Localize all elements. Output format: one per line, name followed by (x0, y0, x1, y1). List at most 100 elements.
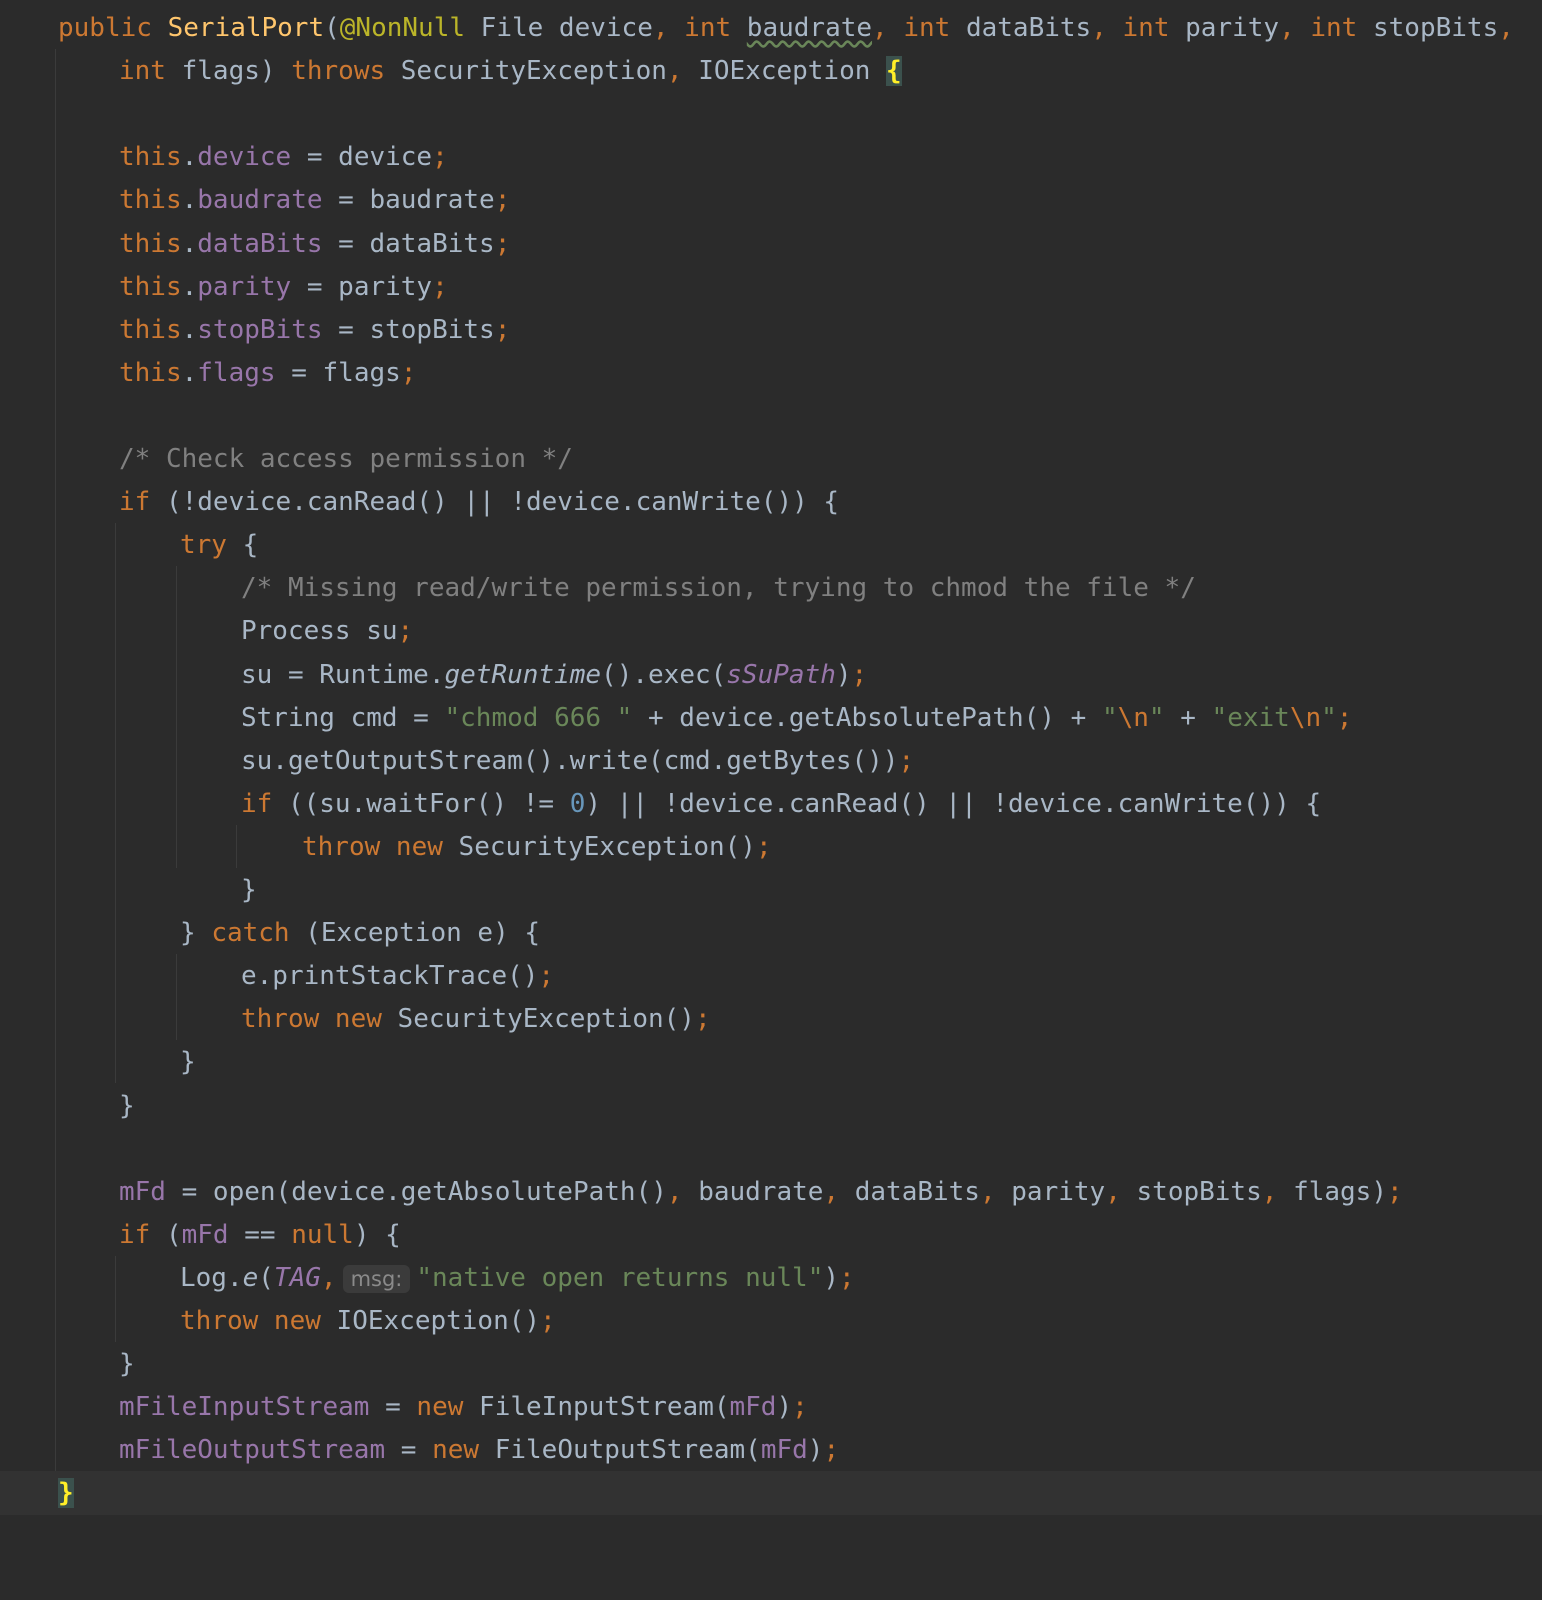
code-token: int (119, 56, 182, 87)
code-token: flags) (181, 56, 292, 87)
code-token: int (1122, 13, 1186, 43)
code-token: = open(device.getAbsolutePath() (165, 1176, 667, 1207)
code-line[interactable]: throw new SecurityException(); (0, 825, 1542, 869)
code-token: throw new (180, 1306, 337, 1336)
code-token: ; (792, 1392, 808, 1423)
code-token: , (666, 1176, 699, 1207)
code-token: if (241, 788, 288, 819)
code-token: . (181, 271, 198, 302)
code-token: stopBits (1136, 1176, 1262, 1207)
code-token: , (1279, 13, 1311, 43)
code-token: baudrate (197, 185, 323, 216)
code-token: /* Missing read/write permission, trying… (241, 573, 1196, 604)
code-token: e.printStackTrace() (241, 961, 539, 992)
code-token: ( (165, 1219, 182, 1250)
code-line[interactable]: su = Runtime.getRuntime().exec(sSuPath); (0, 653, 1542, 697)
code-line-text: mFd = open(device.getAbsolutePath(), bau… (119, 1170, 1403, 1214)
code-line[interactable]: this.parity = parity; (0, 265, 1542, 309)
code-token: su.getOutputStream().write(cmd.getBytes(… (241, 745, 899, 776)
code-token: ) (807, 1435, 824, 1466)
code-token: stopBits (197, 314, 323, 345)
code-token: /* Check access permission */ (119, 444, 573, 474)
code-token: ((su.waitFor() != (287, 788, 570, 819)
code-line[interactable]: this.dataBits = dataBits; (0, 222, 1542, 266)
code-line[interactable]: } (0, 1471, 1542, 1516)
code-line-text: } (241, 868, 257, 912)
code-line[interactable]: Process su; (0, 609, 1542, 653)
code-token: mFd (181, 1219, 229, 1250)
code-token: String cmd = (241, 702, 445, 733)
code-line[interactable]: this.device = device; (0, 135, 1542, 179)
code-token: this (119, 314, 182, 345)
code-line[interactable]: } (0, 1040, 1542, 1084)
code-line[interactable]: } (0, 1342, 1542, 1386)
code-line-text: e.printStackTrace(); (241, 954, 554, 998)
code-token: null (291, 1219, 354, 1250)
code-line[interactable]: mFileInputStream = new FileInputStream(m… (0, 1385, 1542, 1429)
parameter-hint: msg: (342, 1264, 411, 1293)
code-token: ; (1336, 702, 1353, 733)
code-token: (Exception e) { (305, 918, 541, 949)
code-line[interactable]: mFd = open(device.getAbsolutePath(), bau… (0, 1170, 1542, 1214)
code-token: ; (494, 228, 511, 259)
code-line-text: this.device = device; (119, 135, 448, 179)
code-token: SecurityException() (458, 831, 756, 862)
code-line[interactable]: if (!device.canRead() || !device.canWrit… (0, 480, 1542, 524)
code-line[interactable]: this.flags = flags; (0, 351, 1542, 395)
code-line[interactable]: e.printStackTrace(); (0, 954, 1542, 998)
code-token: mFileInputStream (119, 1392, 370, 1423)
code-line[interactable]: this.stopBits = stopBits; (0, 308, 1542, 352)
code-line[interactable] (0, 92, 1542, 136)
code-line[interactable]: Log.e(TAG, msg: "native open returns null"… (0, 1256, 1542, 1300)
code-line[interactable]: /* Missing read/write permission, trying… (0, 566, 1542, 610)
code-token: "exit (1211, 702, 1290, 733)
code-line-text: mFileInputStream = new FileInputStream(m… (119, 1385, 808, 1429)
code-line[interactable]: int flags) throws SecurityException, IOE… (0, 49, 1542, 93)
code-token: this (119, 228, 182, 259)
code-token: ; (494, 314, 511, 345)
code-line[interactable]: if (mFd == null) { (0, 1213, 1542, 1257)
code-token: ; (1386, 1176, 1403, 1207)
code-token: dataBits (854, 1176, 980, 1207)
code-token: = parity (291, 271, 433, 302)
code-editor[interactable]: public SerialPort(@NonNull File device, … (0, 0, 1542, 1600)
code-line[interactable]: this.baudrate = baudrate; (0, 178, 1542, 222)
code-token: throws (291, 56, 401, 87)
code-token: , (823, 1176, 855, 1207)
code-token: flags (197, 357, 276, 388)
code-line-text: Log.e(TAG, msg: "native open returns null"… (180, 1256, 855, 1301)
code-line[interactable]: if ((su.waitFor() != 0) || !device.canRe… (0, 782, 1542, 826)
code-line-text: } catch (Exception e) { (180, 911, 540, 955)
code-line-text: Process su; (241, 609, 413, 653)
code-line[interactable]: String cmd = "chmod 666 " + device.getAb… (0, 696, 1542, 740)
code-line[interactable]: su.getOutputStream().write(cmd.getBytes(… (0, 739, 1542, 783)
code-line[interactable]: throw new SecurityException(); (0, 997, 1542, 1041)
code-line[interactable]: } catch (Exception e) { (0, 911, 1542, 955)
code-token: throw new (241, 1004, 398, 1035)
code-token: ; (400, 357, 417, 388)
code-line[interactable]: public SerialPort(@NonNull File device, … (0, 6, 1542, 50)
code-token: " (1148, 702, 1165, 733)
code-token: " (1321, 702, 1337, 733)
code-line-text: if (!device.canRead() || !device.canWrit… (119, 480, 839, 524)
code-line[interactable]: } (0, 868, 1542, 912)
code-line[interactable]: throw new IOException(); (0, 1299, 1542, 1343)
code-token: this (119, 271, 182, 302)
code-line[interactable]: /* Check access permission */ (0, 437, 1542, 481)
code-token: e (242, 1262, 259, 1293)
code-line[interactable] (0, 394, 1542, 438)
code-token: = device (291, 142, 433, 173)
code-token: , (872, 13, 904, 43)
code-line-text: su.getOutputStream().write(cmd.getBytes(… (241, 739, 914, 783)
code-token: FileInputStream( (479, 1392, 730, 1423)
code-line[interactable] (0, 1127, 1542, 1171)
code-token: \n (1289, 702, 1322, 733)
code-line[interactable]: try { (0, 523, 1542, 567)
code-line[interactable]: } (0, 1084, 1542, 1128)
code-token: FileOutputStream( (494, 1435, 761, 1466)
code-line[interactable]: mFileOutputStream = new FileOutputStream… (0, 1428, 1542, 1472)
code-token: "native open returns null" (416, 1262, 824, 1293)
code-token: new (416, 1392, 480, 1423)
code-token: mFd (729, 1392, 777, 1423)
code-token: . (181, 142, 198, 173)
